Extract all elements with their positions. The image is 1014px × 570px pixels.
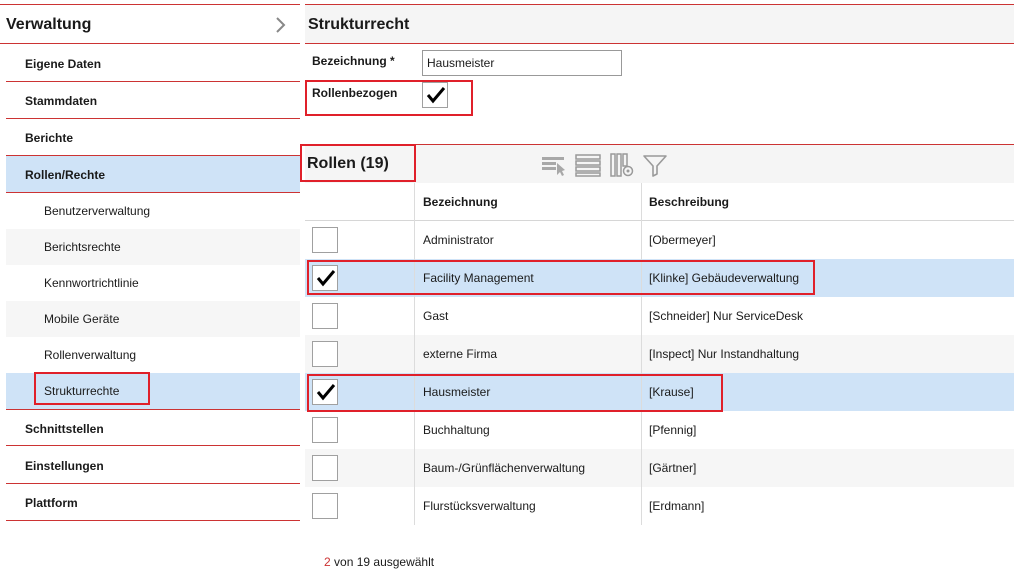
sidebar-item-plattform[interactable]: Plattform	[6, 484, 300, 521]
cell-bezeichnung: externe Firma	[423, 347, 498, 361]
sidebar-subitem-label: Benutzerverwaltung	[44, 204, 151, 218]
select-filter-icon[interactable]	[541, 152, 567, 178]
table-row[interactable]: externe Firma [Inspect] Nur Instandhaltu…	[305, 335, 1014, 373]
selected-text: von 19 ausgewählt	[334, 555, 435, 569]
rollenbezogen-checkbox[interactable]	[422, 82, 448, 108]
sidebar-subitem-benutzerverwaltung[interactable]: Benutzerverwaltung	[6, 193, 300, 229]
sidebar-item-label: Plattform	[25, 496, 78, 510]
sidebar-item-label: Berichte	[25, 131, 74, 145]
sidebar-subitem-label: Kennwortrichtlinie	[44, 276, 139, 290]
sidebar: Verwaltung Eigene Daten Stammdaten Beric…	[0, 0, 300, 570]
cell-bezeichnung: Baum-/Grünflächenverwaltung	[423, 461, 586, 475]
row-checkbox[interactable]	[312, 341, 338, 367]
row-checkbox[interactable]	[312, 379, 338, 405]
cell-bezeichnung: Administrator	[423, 233, 494, 247]
table-row[interactable]: Buchhaltung [Pfennig]	[305, 411, 1014, 449]
column-divider	[641, 183, 642, 525]
table-row[interactable]: Administrator [Obermeyer]	[305, 221, 1014, 259]
main-header: Strukturrecht	[305, 4, 1014, 44]
sidebar-subitem-kennwortrichtlinie[interactable]: Kennwortrichtlinie	[6, 265, 300, 301]
sidebar-title: Verwaltung	[6, 16, 92, 33]
cell-beschreibung: [Schneider] Nur ServiceDesk	[649, 309, 804, 323]
rollen-section-header: Rollen (19)	[305, 144, 1014, 183]
sidebar-subitem-berichtsrechte[interactable]: Berichtsrechte	[6, 229, 300, 265]
sidebar-item-rollen-rechte[interactable]: Rollen/Rechte	[6, 156, 300, 193]
sidebar-subitem-label: Berichtsrechte	[44, 240, 121, 254]
cell-bezeichnung: Buchhaltung	[423, 423, 490, 437]
checkmark-icon	[316, 270, 336, 287]
row-checkbox[interactable]	[312, 455, 338, 481]
checkmark-icon	[426, 87, 446, 104]
sidebar-item-label: Stammdaten	[25, 94, 98, 108]
sidebar-item-stammdaten[interactable]: Stammdaten	[6, 82, 300, 119]
sidebar-subitem-mobile-geraete[interactable]: Mobile Geräte	[6, 301, 300, 337]
table-row[interactable]: Gast [Schneider] Nur ServiceDesk	[305, 297, 1014, 335]
table-row[interactable]: Flurstücksverwaltung [Erdmann]	[305, 487, 1014, 525]
cell-beschreibung: [Erdmann]	[649, 499, 705, 513]
sidebar-item-label: Rollen/Rechte	[25, 168, 106, 182]
sidebar-item-eigene-daten[interactable]: Eigene Daten	[6, 45, 300, 82]
table-row[interactable]: Baum-/Grünflächenverwaltung [Gärtner]	[305, 449, 1014, 487]
sidebar-subitem-label: Rollenverwaltung	[44, 348, 137, 362]
row-checkbox[interactable]	[312, 417, 338, 443]
cell-beschreibung: [Klinke] Gebäudeverwaltung	[649, 271, 800, 285]
row-checkbox[interactable]	[312, 493, 338, 519]
cell-bezeichnung: Flurstücksverwaltung	[423, 499, 536, 513]
cell-beschreibung: [Inspect] Nur Instandhaltung	[649, 347, 800, 361]
table-row[interactable]: Hausmeister [Krause]	[305, 373, 1014, 411]
sidebar-subitem-label: Mobile Geräte	[44, 312, 120, 326]
rollen-title: Rollen (19)	[307, 155, 389, 172]
cell-bezeichnung: Gast	[423, 309, 449, 323]
chevron-right-icon[interactable]	[270, 15, 290, 35]
filter-icon[interactable]	[642, 152, 668, 178]
column-header-bezeichnung[interactable]: Bezeichnung	[423, 195, 498, 209]
row-checkbox[interactable]	[312, 227, 338, 253]
sidebar-item-label: Einstellungen	[25, 459, 104, 473]
checkmark-icon	[316, 384, 336, 401]
column-settings-icon[interactable]	[609, 152, 635, 178]
selected-count: 2	[324, 555, 331, 569]
table-header: Bezeichnung Beschreibung	[305, 183, 1014, 221]
sidebar-item-einstellungen[interactable]: Einstellungen	[6, 447, 300, 484]
sidebar-subitem-strukturrechte[interactable]: Strukturrechte	[6, 373, 300, 409]
sidebar-header: Verwaltung	[0, 4, 300, 44]
sidebar-item-schnittstellen[interactable]: Schnittstellen	[6, 409, 300, 446]
page-title: Strukturrecht	[308, 16, 410, 33]
bezeichnung-label: Bezeichnung *	[312, 54, 395, 68]
list-view-icon[interactable]	[575, 152, 601, 178]
sidebar-item-berichte[interactable]: Berichte	[6, 119, 300, 156]
cell-beschreibung: [Obermeyer]	[649, 233, 716, 247]
sidebar-item-label: Schnittstellen	[25, 422, 104, 436]
rollenbezogen-label: Rollenbezogen	[312, 86, 398, 100]
cell-bezeichnung: Facility Management	[423, 271, 534, 285]
sidebar-subitem-rollenverwaltung[interactable]: Rollenverwaltung	[6, 337, 300, 373]
table-row[interactable]: Facility Management [Klinke] Gebäudeverw…	[305, 259, 1014, 297]
cell-beschreibung: [Gärtner]	[649, 461, 697, 475]
column-header-beschreibung[interactable]: Beschreibung	[649, 195, 729, 209]
sidebar-item-label: Eigene Daten	[25, 57, 102, 71]
row-checkbox[interactable]	[312, 265, 338, 291]
cell-beschreibung: [Pfennig]	[649, 423, 697, 437]
main-panel: Strukturrecht Bezeichnung * Rollenbezoge…	[305, 0, 1014, 570]
cell-bezeichnung: Hausmeister	[423, 385, 491, 399]
column-divider	[414, 183, 415, 525]
bezeichnung-input[interactable]	[422, 50, 622, 76]
row-checkbox[interactable]	[312, 303, 338, 329]
cell-beschreibung: [Krause]	[649, 385, 694, 399]
sidebar-subitem-label: Strukturrechte	[44, 384, 120, 398]
selection-summary: 2 von 19 ausgewählt	[324, 555, 434, 569]
